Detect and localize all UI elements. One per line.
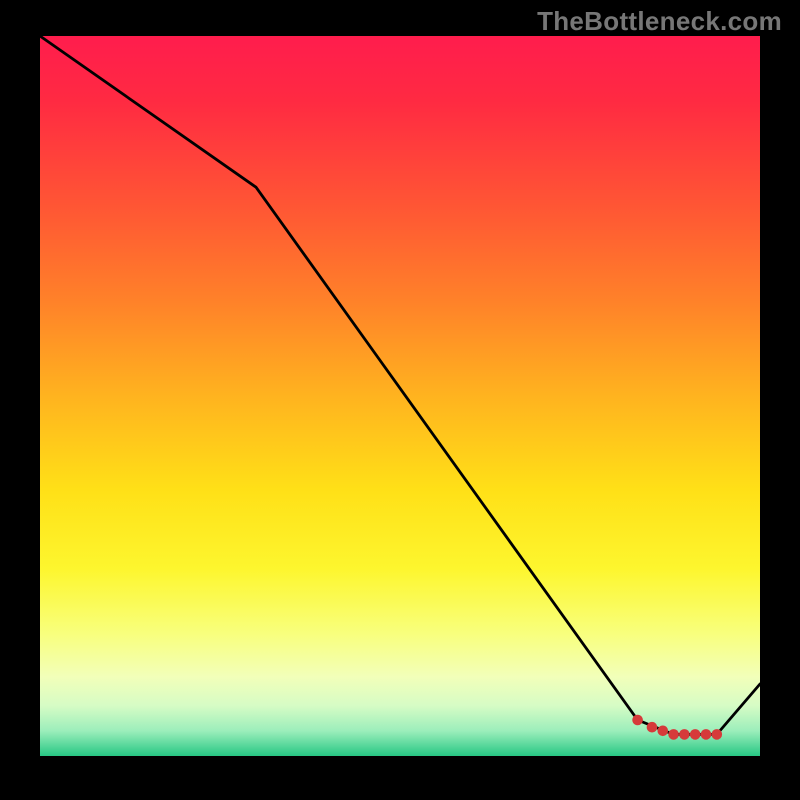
plot-area <box>40 36 760 756</box>
data-point <box>632 715 643 726</box>
bottleneck-chart <box>0 0 800 800</box>
data-point <box>679 729 690 740</box>
data-point <box>658 726 669 737</box>
data-point <box>647 722 658 733</box>
data-point <box>701 729 712 740</box>
data-point <box>712 729 723 740</box>
watermark-text: TheBottleneck.com <box>537 6 782 37</box>
chart-container: TheBottleneck.com <box>0 0 800 800</box>
data-point <box>668 729 679 740</box>
data-point <box>690 729 701 740</box>
